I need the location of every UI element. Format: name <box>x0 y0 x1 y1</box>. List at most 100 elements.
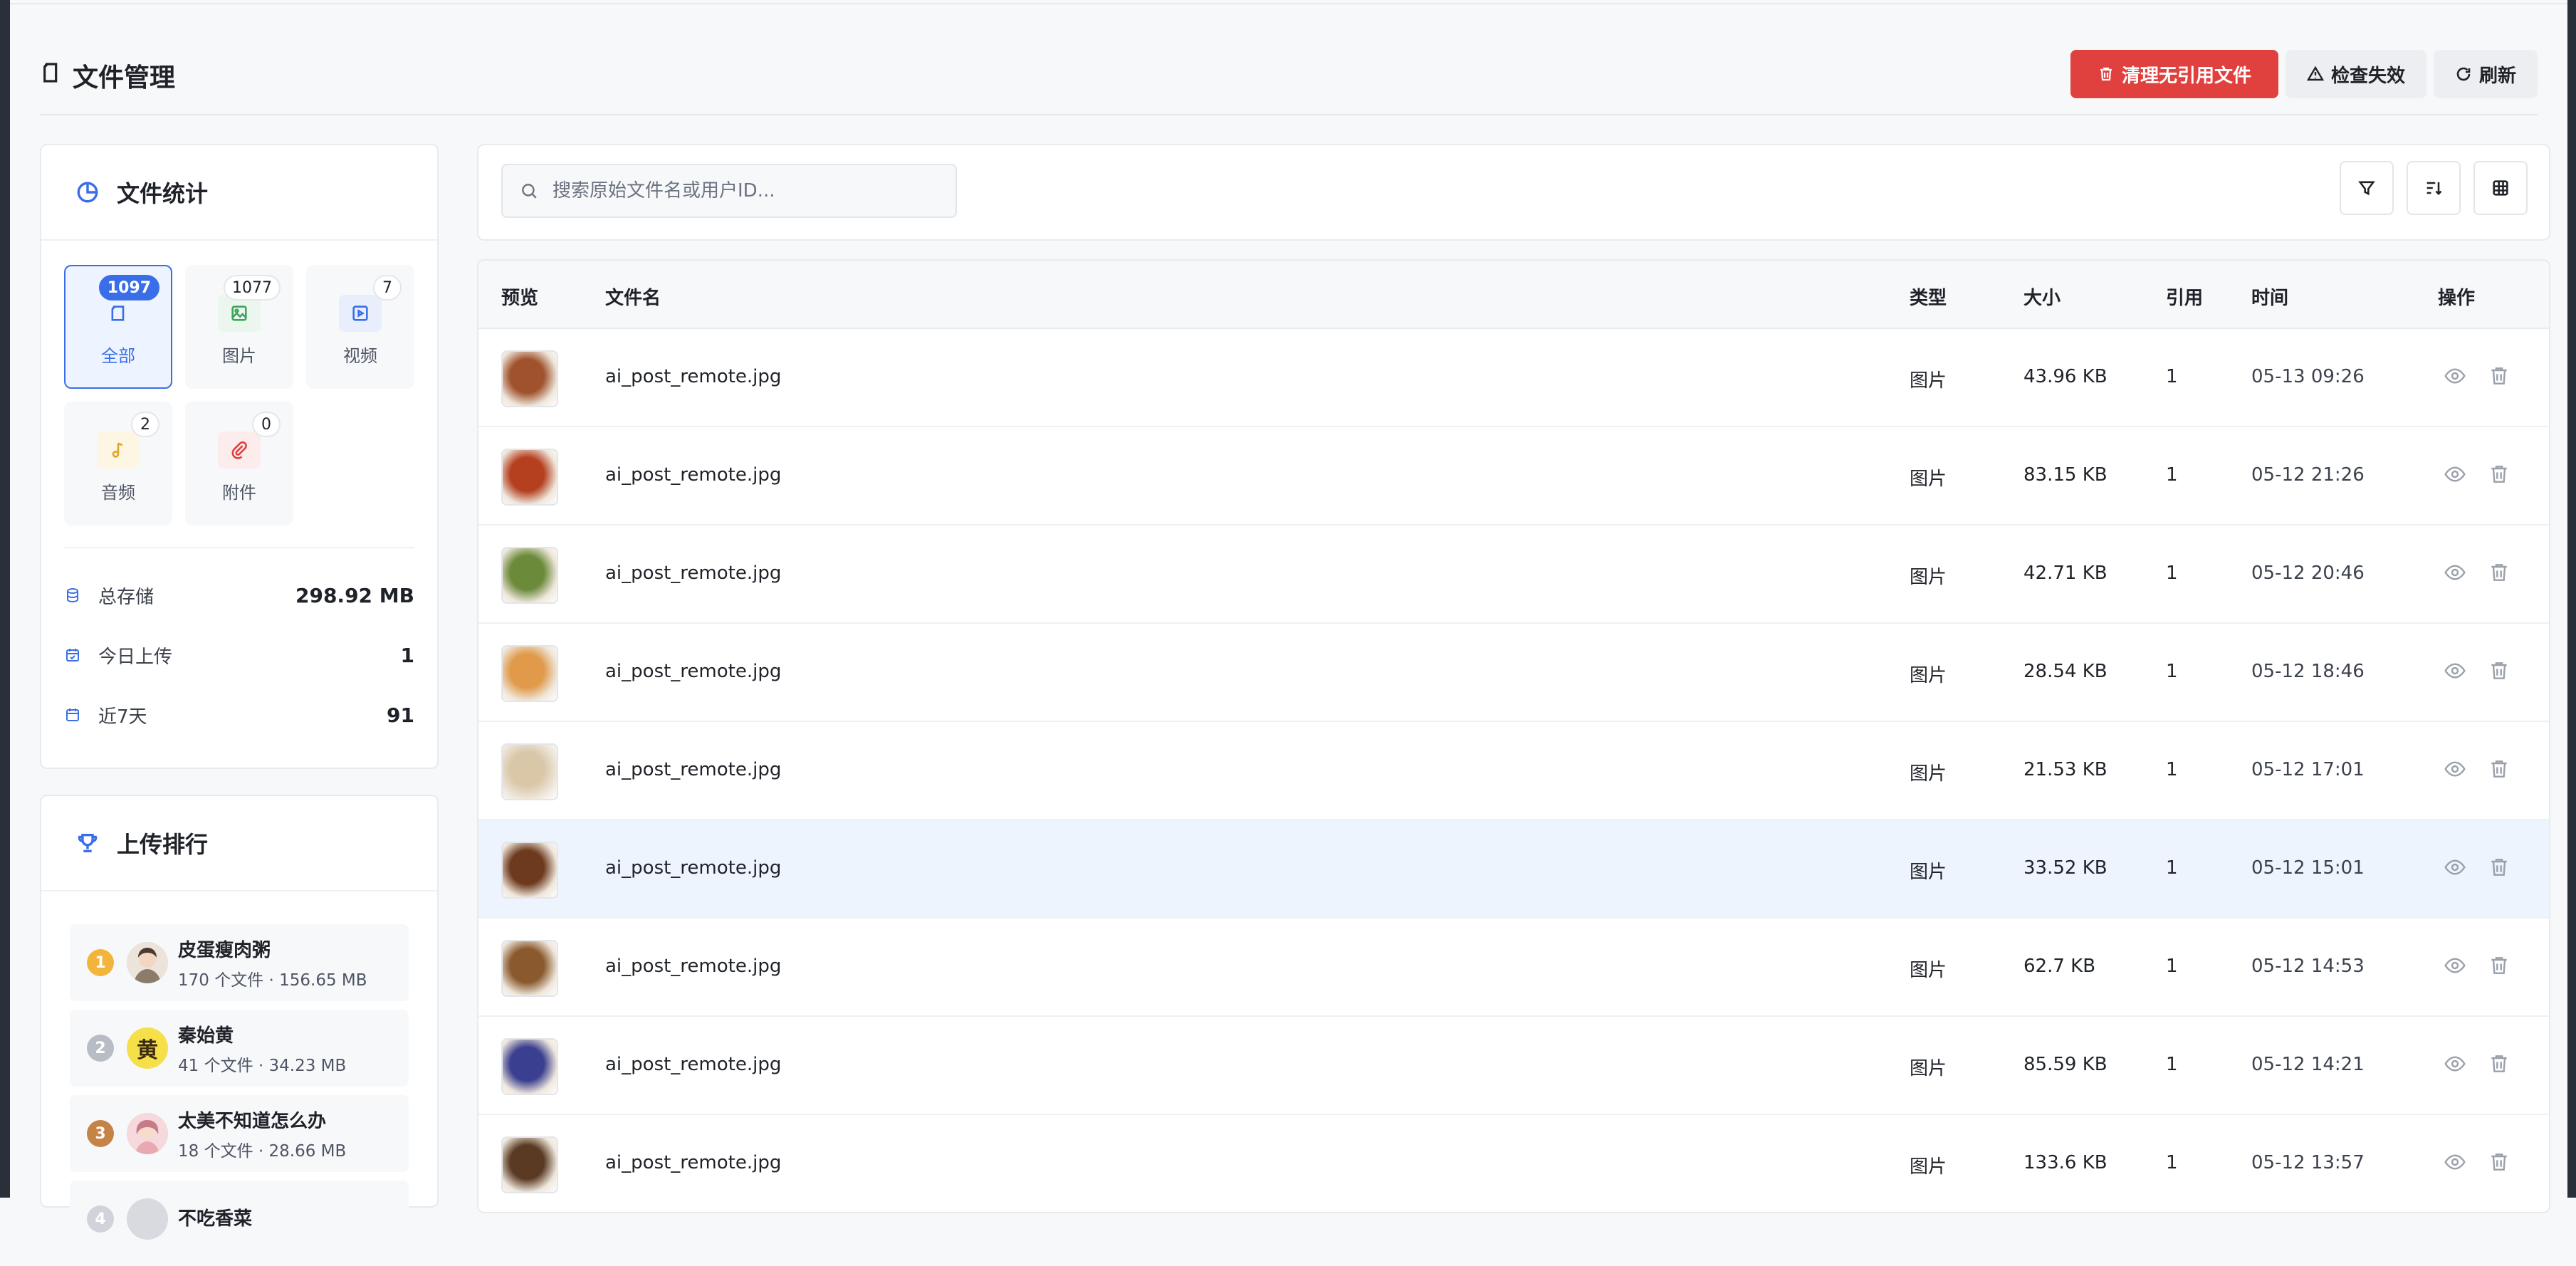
preview-eye-icon[interactable] <box>2444 758 2466 783</box>
delete-trash-icon[interactable] <box>2488 758 2510 783</box>
file-thumbnail[interactable] <box>501 645 558 702</box>
file-time: 05-12 14:21 <box>2251 1054 2365 1075</box>
refresh-icon <box>2455 66 2472 83</box>
type-tile-all[interactable]: 1097 全部 <box>64 265 172 389</box>
file-name: ai_post_remote.jpg <box>605 857 781 879</box>
delete-trash-icon[interactable] <box>2488 659 2510 685</box>
count-badge: 1097 <box>99 275 159 300</box>
preview-eye-icon[interactable] <box>2444 1052 2466 1078</box>
music-icon <box>97 431 140 469</box>
ranking-item[interactable]: 1 皮蛋瘦肉粥 170 个文件 · 156.65 MB <box>70 924 409 1001</box>
search-input[interactable] <box>553 180 951 202</box>
preview-eye-icon[interactable] <box>2444 954 2466 980</box>
column-header-preview[interactable]: 预览 <box>501 283 538 310</box>
file-type: 图片 <box>1910 1152 1947 1178</box>
file-stats-title: 文件统计 <box>117 176 208 209</box>
preview-eye-icon[interactable] <box>2444 561 2466 587</box>
delete-trash-icon[interactable] <box>2488 954 2510 980</box>
column-header-type[interactable]: 类型 <box>1910 283 1947 310</box>
ranking-item[interactable]: 3 太美不知道怎么办 18 个文件 · 28.66 MB <box>70 1095 409 1172</box>
row-actions <box>2444 758 2510 783</box>
file-references: 1 <box>2166 956 2178 977</box>
type-tile-attachment[interactable]: 0 附件 <box>185 402 293 525</box>
preview-eye-icon[interactable] <box>2444 659 2466 685</box>
file-size: 42.71 KB <box>2023 563 2108 584</box>
table-row[interactable]: ai_post_remote.jpg 图片 42.71 KB 1 05-12 2… <box>478 525 2549 624</box>
file-size: 21.53 KB <box>2023 759 2108 780</box>
sort-button[interactable] <box>2407 161 2461 215</box>
avatar <box>127 1198 168 1240</box>
delete-trash-icon[interactable] <box>2488 365 2510 390</box>
warning-icon <box>2307 66 2324 83</box>
type-tile-video[interactable]: 7 视频 <box>306 265 414 389</box>
delete-trash-icon[interactable] <box>2488 463 2510 488</box>
sort-icon <box>2424 178 2444 198</box>
column-header-filename[interactable]: 文件名 <box>605 283 661 310</box>
file-thumbnail[interactable] <box>501 842 558 899</box>
table-row[interactable]: ai_post_remote.jpg 图片 28.54 KB 1 05-12 1… <box>478 624 2549 722</box>
stat-value: 298.92 MB <box>295 584 414 607</box>
trophy-icon <box>75 831 100 855</box>
ranking-info: 皮蛋瘦肉粥 170 个文件 · 156.65 MB <box>178 936 367 990</box>
scrollbar[interactable] <box>2567 0 2576 1198</box>
preview-eye-icon[interactable] <box>2444 463 2466 488</box>
grid-view-button[interactable] <box>2473 161 2528 215</box>
column-header-size[interactable]: 大小 <box>2023 283 2061 310</box>
video-icon <box>339 295 382 332</box>
preview-eye-icon[interactable] <box>2444 365 2466 390</box>
file-size: 133.6 KB <box>2023 1152 2108 1173</box>
file-thumbnail[interactable] <box>501 743 558 800</box>
delete-trash-icon[interactable] <box>2488 1151 2510 1176</box>
table-row[interactable]: ai_post_remote.jpg 图片 43.96 KB 1 05-13 0… <box>478 329 2549 427</box>
stat-last-7-days: 近7天 91 <box>64 685 414 745</box>
check-invalid-button[interactable]: 检查失效 <box>2286 50 2426 98</box>
table-row[interactable]: ai_post_remote.jpg 图片 62.7 KB 1 05-12 14… <box>478 919 2549 1017</box>
type-tile-image[interactable]: 1077 图片 <box>185 265 293 389</box>
pie-chart-icon <box>75 180 100 204</box>
window-left-edge <box>0 0 10 1198</box>
file-references: 1 <box>2166 857 2178 879</box>
file-references: 1 <box>2166 1054 2178 1075</box>
file-type-filter: 1097 全部 1077 图片 7 视频 2 <box>64 265 420 525</box>
table-row[interactable]: ai_post_remote.jpg 图片 83.15 KB 1 05-12 2… <box>478 427 2549 525</box>
avatar: 黄 <box>127 1027 168 1069</box>
file-name: ai_post_remote.jpg <box>605 464 781 486</box>
file-thumbnail[interactable] <box>501 1136 558 1193</box>
preview-eye-icon[interactable] <box>2444 1151 2466 1176</box>
file-thumbnail[interactable] <box>501 449 558 506</box>
preview-eye-icon[interactable] <box>2444 856 2466 882</box>
file-thumbnail[interactable] <box>501 350 558 407</box>
search-icon <box>520 182 538 200</box>
file-thumbnail[interactable] <box>501 940 558 997</box>
column-header-references[interactable]: 引用 <box>2166 283 2203 310</box>
stat-total-storage: 总存储 298.92 MB <box>64 565 414 625</box>
file-thumbnail[interactable] <box>501 547 558 604</box>
clean-unreferenced-button[interactable]: 清理无引用文件 <box>2070 50 2278 98</box>
stat-value: 1 <box>401 644 414 667</box>
count-badge: 0 <box>252 412 281 437</box>
rank-number: 1 <box>87 949 114 976</box>
delete-trash-icon[interactable] <box>2488 856 2510 882</box>
table-row[interactable]: ai_post_remote.jpg 图片 21.53 KB 1 05-12 1… <box>478 722 2549 820</box>
ranking-item[interactable]: 4 不吃香菜 <box>70 1181 409 1257</box>
table-row[interactable]: ai_post_remote.jpg 图片 133.6 KB 1 05-12 1… <box>478 1115 2549 1213</box>
stat-label: 近7天 <box>98 702 387 728</box>
file-stats-card: 文件统计 1097 全部 1077 图片 7 <box>40 144 439 769</box>
delete-trash-icon[interactable] <box>2488 561 2510 587</box>
delete-trash-icon[interactable] <box>2488 1052 2510 1078</box>
search-field[interactable] <box>501 164 957 218</box>
ranking-info: 秦始黄 41 个文件 · 34.23 MB <box>178 1021 346 1076</box>
page-title-text: 文件管理 <box>73 57 175 94</box>
table-row[interactable]: ai_post_remote.jpg 图片 85.59 KB 1 05-12 1… <box>478 1017 2549 1115</box>
file-time: 05-12 18:46 <box>2251 661 2365 682</box>
file-type: 图片 <box>1910 661 1947 687</box>
file-thumbnail[interactable] <box>501 1038 558 1095</box>
type-tile-audio[interactable]: 2 音频 <box>64 402 172 525</box>
row-actions <box>2444 1052 2510 1078</box>
ranking-item[interactable]: 2 黄 秦始黄 41 个文件 · 34.23 MB <box>70 1010 409 1087</box>
filter-button[interactable] <box>2340 161 2394 215</box>
refresh-button[interactable]: 刷新 <box>2434 50 2538 98</box>
trash-icon <box>2098 66 2115 83</box>
table-row[interactable]: ai_post_remote.jpg 图片 33.52 KB 1 05-12 1… <box>478 820 2549 919</box>
column-header-time[interactable]: 时间 <box>2251 283 2288 310</box>
